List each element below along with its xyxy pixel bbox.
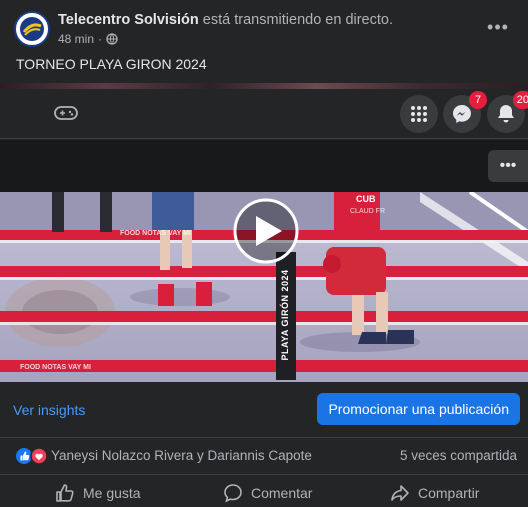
video-top-area <box>0 140 528 192</box>
reaction-icons[interactable] <box>16 447 48 465</box>
messenger-badge: 7 <box>469 91 487 109</box>
apps-menu-button[interactable] <box>400 95 438 133</box>
gamepad-icon[interactable] <box>54 103 78 123</box>
notifications-button[interactable]: 20 <box>487 91 528 133</box>
like-button[interactable]: Me gusta <box>55 483 141 503</box>
page-avatar[interactable] <box>14 11 50 47</box>
author-line: Telecentro Solvisión está transmitiendo … <box>58 12 393 28</box>
rope-text-2: FOOD NOTAS VAY MI <box>20 364 91 371</box>
post-time[interactable]: 48 min <box>58 32 94 46</box>
video-player[interactable]: PLAYA GIRÓN 2024 CUB CLAUD FR FOOD NOTAS… <box>0 192 528 382</box>
thumbs-up-icon <box>56 484 74 502</box>
reactions-summary: Yaneysi Nolazco Rivera y Dariannis Capot… <box>0 438 528 474</box>
share-count[interactable]: 5 veces compartida <box>400 448 517 463</box>
share-button[interactable]: Compartir <box>390 483 479 503</box>
meta-separator: · <box>98 32 103 46</box>
boxing-ring-scene <box>0 192 528 382</box>
shirt-subtext: CLAUD FR <box>350 208 386 215</box>
toolbar: 7 20 <box>0 89 528 139</box>
promote-button[interactable]: Promocionar una publicación <box>317 393 520 425</box>
solvision-logo <box>17 14 47 44</box>
post-meta: 48 min · <box>58 32 118 46</box>
post-header: Telecentro Solvisión está transmitiendo … <box>0 0 528 52</box>
post-actions: Me gusta Comentar Compartir <box>0 474 528 507</box>
more-options-icon[interactable]: ••• <box>484 16 512 38</box>
grid-icon <box>411 106 427 122</box>
video-banner-text: PLAYA GIRÓN 2024 <box>280 269 290 361</box>
share-icon <box>391 485 409 501</box>
messenger-button[interactable]: 7 <box>443 91 487 133</box>
notifications-badge: 20 <box>512 91 528 109</box>
author-name[interactable]: Telecentro Solvisión <box>58 12 199 28</box>
video-options-button[interactable]: ••• <box>488 150 528 182</box>
comment-label: Comentar <box>251 485 313 501</box>
post-text: TORNEO PLAYA GIRON 2024 <box>16 56 207 72</box>
reaction-names[interactable]: Yaneysi Nolazco Rivera y Dariannis Capot… <box>51 448 312 463</box>
author-action: está transmitiendo en directo. <box>202 12 393 28</box>
insights-link[interactable]: Ver insights <box>13 402 85 418</box>
bell-icon <box>498 105 514 123</box>
comment-icon <box>224 484 242 503</box>
like-label: Me gusta <box>83 485 141 501</box>
messenger-icon <box>453 105 471 123</box>
globe-icon <box>106 33 118 45</box>
share-label: Compartir <box>418 485 480 501</box>
shirt-text: CUB <box>356 194 376 204</box>
post-footer-bar: Ver insights Promocionar una publicación <box>0 382 528 438</box>
rope-text-1: FOOD NOTAS VAY MI <box>120 230 191 237</box>
comment-button[interactable]: Comentar <box>223 483 312 503</box>
